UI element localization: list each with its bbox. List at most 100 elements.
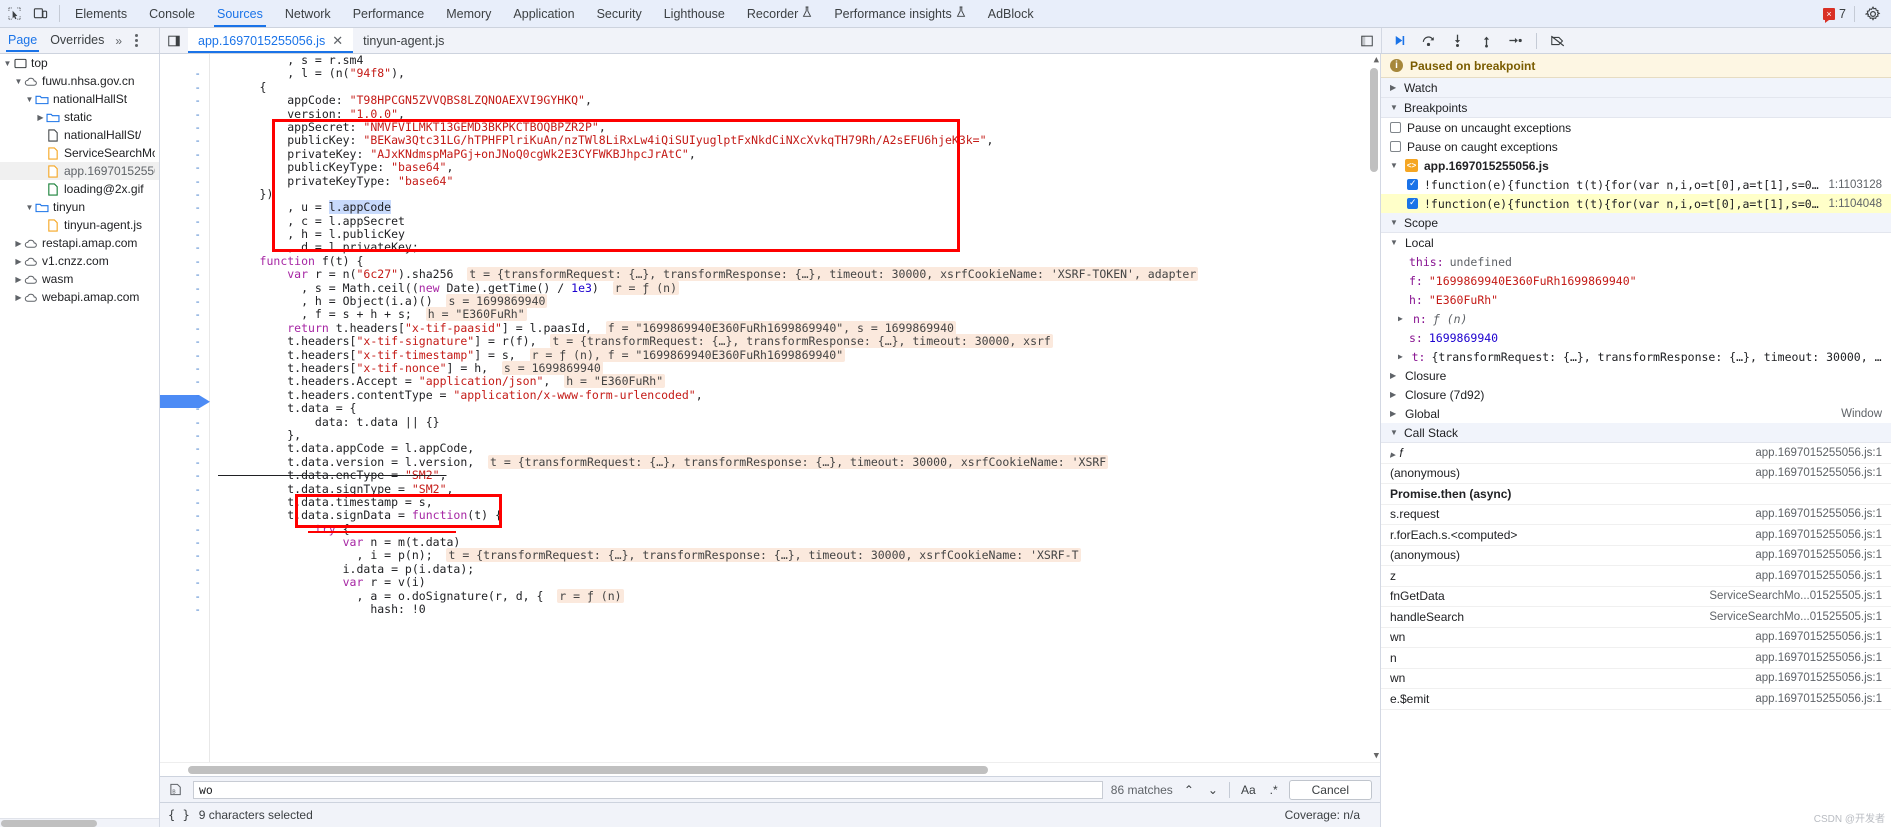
- tree-item-v1-cnzz[interactable]: ▶ v1.cnzz.com: [0, 252, 159, 270]
- tree-item-app-js[interactable]: ▶ app.169701525505: [0, 162, 159, 180]
- code-line[interactable]: t.data.signData = function(t) {: [210, 508, 1380, 522]
- line-number[interactable]: -: [160, 442, 209, 455]
- code-line[interactable]: t.data.appCode = l.appCode,: [210, 441, 1380, 455]
- code-line[interactable]: , h = l.publicKey: [210, 227, 1380, 241]
- section-call-stack[interactable]: ▼ Call Stack: [1381, 423, 1891, 443]
- line-number[interactable]: -: [160, 549, 209, 562]
- line-number[interactable]: -: [160, 469, 209, 482]
- scope-var-this[interactable]: this: undefined: [1381, 252, 1891, 271]
- tab-lighthouse[interactable]: Lighthouse: [653, 0, 736, 27]
- call-stack-row[interactable]: z app.1697015255056.js:1: [1381, 566, 1891, 587]
- line-number[interactable]: -: [160, 295, 209, 308]
- cancel-button[interactable]: Cancel: [1288, 779, 1372, 800]
- tab-console[interactable]: Console: [138, 0, 206, 27]
- step-icon[interactable]: [1507, 32, 1524, 49]
- line-number[interactable]: -: [160, 603, 209, 616]
- tree-item-domain[interactable]: ▼ fuwu.nhsa.gov.cn: [0, 72, 159, 90]
- breakpoint-file-row[interactable]: ▼ <> app.1697015255056.js: [1381, 156, 1891, 175]
- twisty-right-icon[interactable]: ▶: [1390, 83, 1399, 92]
- tree-item-top[interactable]: ▼ top: [0, 54, 159, 72]
- editor-tab-app-js[interactable]: app.1697015255056.js ✕: [188, 28, 354, 53]
- line-number[interactable]: -: [160, 536, 209, 549]
- editor-panel-layout-icon[interactable]: [1353, 28, 1381, 53]
- code-line[interactable]: var n = m(t.data): [210, 535, 1380, 549]
- tree-item-nationalhallst[interactable]: ▼ nationalHallSt: [0, 90, 159, 108]
- resume-script-execution-icon[interactable]: [1391, 32, 1408, 49]
- line-number[interactable]: -: [160, 94, 209, 107]
- line-number[interactable]: -: [160, 590, 209, 603]
- code-line[interactable]: , c = l.appSecret: [210, 214, 1380, 228]
- code-line[interactable]: var r = v(i): [210, 575, 1380, 589]
- call-stack-row[interactable]: e.$emit app.1697015255056.js:1: [1381, 689, 1891, 710]
- tab-performance[interactable]: Performance: [342, 0, 436, 27]
- tree-item-tinyun[interactable]: ▼ tinyun: [0, 198, 159, 216]
- twisty-right-icon[interactable]: ▶: [13, 293, 24, 302]
- code-line[interactable]: , s = r.sm4: [210, 54, 1380, 67]
- code-line[interactable]: }): [210, 187, 1380, 201]
- line-number[interactable]: -: [160, 255, 209, 268]
- twisty-down-icon[interactable]: ▼: [1390, 238, 1399, 247]
- line-number[interactable]: -: [160, 282, 209, 295]
- inspect-element-icon[interactable]: [5, 4, 24, 23]
- code-line[interactable]: publicKey: "BEKaw3Qtc31LG/hTPHFPlriKuAn/…: [210, 133, 1380, 147]
- twisty-down-icon[interactable]: ▼: [1390, 218, 1399, 227]
- line-number[interactable]: -: [160, 67, 209, 80]
- match-case-button[interactable]: Aa: [1238, 783, 1259, 797]
- code-line[interactable]: , f = s + h + s; h = "E360FuRh": [210, 307, 1380, 322]
- twisty-right-icon[interactable]: ▶: [1390, 390, 1399, 399]
- step-out-icon[interactable]: [1478, 32, 1495, 49]
- line-number[interactable]: -: [160, 148, 209, 161]
- code-line[interactable]: appSecret: "NMVFVILMKT13GEMD3BKPKCTBOQBP…: [210, 120, 1380, 134]
- navtab-overrides[interactable]: Overrides: [48, 29, 106, 52]
- line-number[interactable]: -: [160, 268, 209, 281]
- twisty-right-icon[interactable]: ▶: [13, 257, 24, 266]
- line-number[interactable]: -: [160, 134, 209, 147]
- code-line[interactable]: i.data = p(i.data);: [210, 562, 1380, 576]
- twisty-down-icon[interactable]: ▼: [1390, 161, 1399, 170]
- navigator-hscrollbar[interactable]: [0, 818, 159, 827]
- breakpoint-checkbox[interactable]: [1407, 197, 1418, 209]
- code-line[interactable]: privateKey: "AJxKNdmspMaPGj+onJNoQ0cgWk2…: [210, 147, 1380, 161]
- line-number[interactable]: -: [160, 456, 209, 469]
- line-number[interactable]: -: [160, 429, 209, 442]
- tab-recorder[interactable]: Recorder: [736, 0, 823, 27]
- tab-adblock[interactable]: AdBlock: [977, 0, 1045, 27]
- line-number[interactable]: -: [160, 509, 209, 522]
- line-number[interactable]: -: [160, 121, 209, 134]
- pause-uncaught-checkbox[interactable]: [1390, 122, 1401, 133]
- chevron-up-icon[interactable]: ⌃: [1181, 783, 1197, 797]
- twisty-right-icon[interactable]: ▶: [1398, 352, 1406, 361]
- code-line[interactable]: t.data.signType = "SM2",: [210, 482, 1380, 496]
- call-stack-row[interactable]: handleSearch ServiceSearchMo...01525505.…: [1381, 607, 1891, 628]
- line-number[interactable]: -: [160, 563, 209, 576]
- line-number[interactable]: -: [160, 201, 209, 214]
- tree-item-static[interactable]: ▶ static: [0, 108, 159, 126]
- code-line[interactable]: try {: [210, 522, 1380, 536]
- tree-item-wasm[interactable]: ▶ wasm: [0, 270, 159, 288]
- call-stack-row[interactable]: n app.1697015255056.js:1: [1381, 648, 1891, 669]
- tree-item-webapi-amap[interactable]: ▶ webapi.amap.com: [0, 288, 159, 306]
- step-over-icon[interactable]: [1420, 32, 1437, 49]
- tab-performance-insights[interactable]: Performance insights: [823, 0, 976, 27]
- code-line[interactable]: hash: !0: [210, 602, 1380, 616]
- scroll-thumb[interactable]: [188, 766, 988, 774]
- error-count-badge[interactable]: × 7: [1823, 7, 1846, 23]
- breakpoint-row-active[interactable]: !function(e){function t(t){for(var n,i,o…: [1381, 194, 1891, 213]
- scope-var-t[interactable]: ▶ t: {transformRequest: {…}, transformRe…: [1381, 347, 1891, 366]
- twisty-right-icon[interactable]: ▶: [35, 113, 46, 122]
- twisty-down-icon[interactable]: ▼: [24, 95, 35, 104]
- breakpoint-checkbox[interactable]: [1407, 178, 1418, 190]
- code-line[interactable]: return t.headers["x-tif-paasid"] = l.paa…: [210, 320, 1380, 335]
- twisty-down-icon[interactable]: ▼: [24, 203, 35, 212]
- pause-uncaught-row[interactable]: Pause on uncaught exceptions: [1381, 118, 1891, 137]
- scroll-thumb[interactable]: [1370, 68, 1378, 172]
- call-stack-row[interactable]: (anonymous) app.1697015255056.js:1: [1381, 464, 1891, 484]
- twisty-right-icon[interactable]: ▶: [1398, 314, 1407, 323]
- pause-caught-row[interactable]: Pause on caught exceptions: [1381, 137, 1891, 156]
- code-line[interactable]: publicKeyType: "base64",: [210, 160, 1380, 174]
- search-input[interactable]: wo: [193, 780, 1103, 799]
- gear-icon[interactable]: [1863, 4, 1882, 23]
- toggle-navigator-icon[interactable]: [160, 28, 188, 53]
- scope-var-n[interactable]: ▶ n: ƒ (n): [1381, 309, 1891, 328]
- code-line[interactable]: , s = Math.ceil((new Date).getTime() / 1…: [210, 280, 1380, 295]
